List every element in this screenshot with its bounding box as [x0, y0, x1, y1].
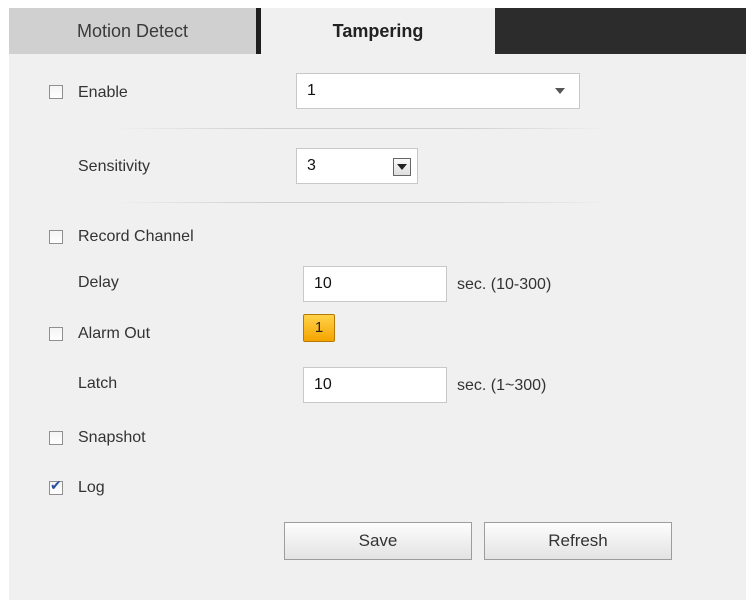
refresh-button[interactable]: Refresh: [484, 522, 672, 560]
chevron-down-icon: [555, 88, 565, 94]
record-channel-checkbox[interactable]: [49, 230, 63, 244]
enable-checkbox[interactable]: [49, 85, 63, 99]
tab-tampering[interactable]: Tampering: [261, 8, 495, 54]
channel-select-value: 1: [307, 82, 316, 99]
alarm-channel-button[interactable]: 1: [303, 314, 335, 342]
channel-select[interactable]: 1: [296, 73, 580, 109]
sensitivity-select[interactable]: 3: [296, 148, 418, 184]
snapshot-label: Snapshot: [78, 429, 146, 446]
divider: [115, 202, 610, 203]
log-label: Log: [78, 479, 105, 496]
delay-input[interactable]: [303, 266, 447, 302]
tab-bar: Motion Detect Tampering: [9, 8, 746, 54]
alarm-out-label: Alarm Out: [78, 325, 151, 342]
latch-label: Latch: [78, 375, 118, 392]
dropdown-arrow-icon[interactable]: [393, 158, 411, 176]
sensitivity-label: Sensitivity: [78, 158, 151, 175]
delay-label: Delay: [78, 274, 119, 291]
divider: [115, 128, 610, 129]
snapshot-checkbox[interactable]: [49, 431, 63, 445]
record-channel-label: Record Channel: [78, 228, 194, 245]
log-checkbox[interactable]: [49, 478, 63, 495]
delay-unit: sec. (10-300): [457, 276, 552, 293]
sensitivity-select-value: 3: [307, 157, 316, 174]
latch-unit: sec. (1~300): [457, 377, 547, 394]
tab-motion-detect[interactable]: Motion Detect: [9, 8, 256, 54]
enable-label: Enable: [78, 84, 128, 101]
alarm-out-checkbox[interactable]: [49, 327, 63, 341]
save-button[interactable]: Save: [284, 522, 472, 560]
latch-input[interactable]: [303, 367, 447, 403]
